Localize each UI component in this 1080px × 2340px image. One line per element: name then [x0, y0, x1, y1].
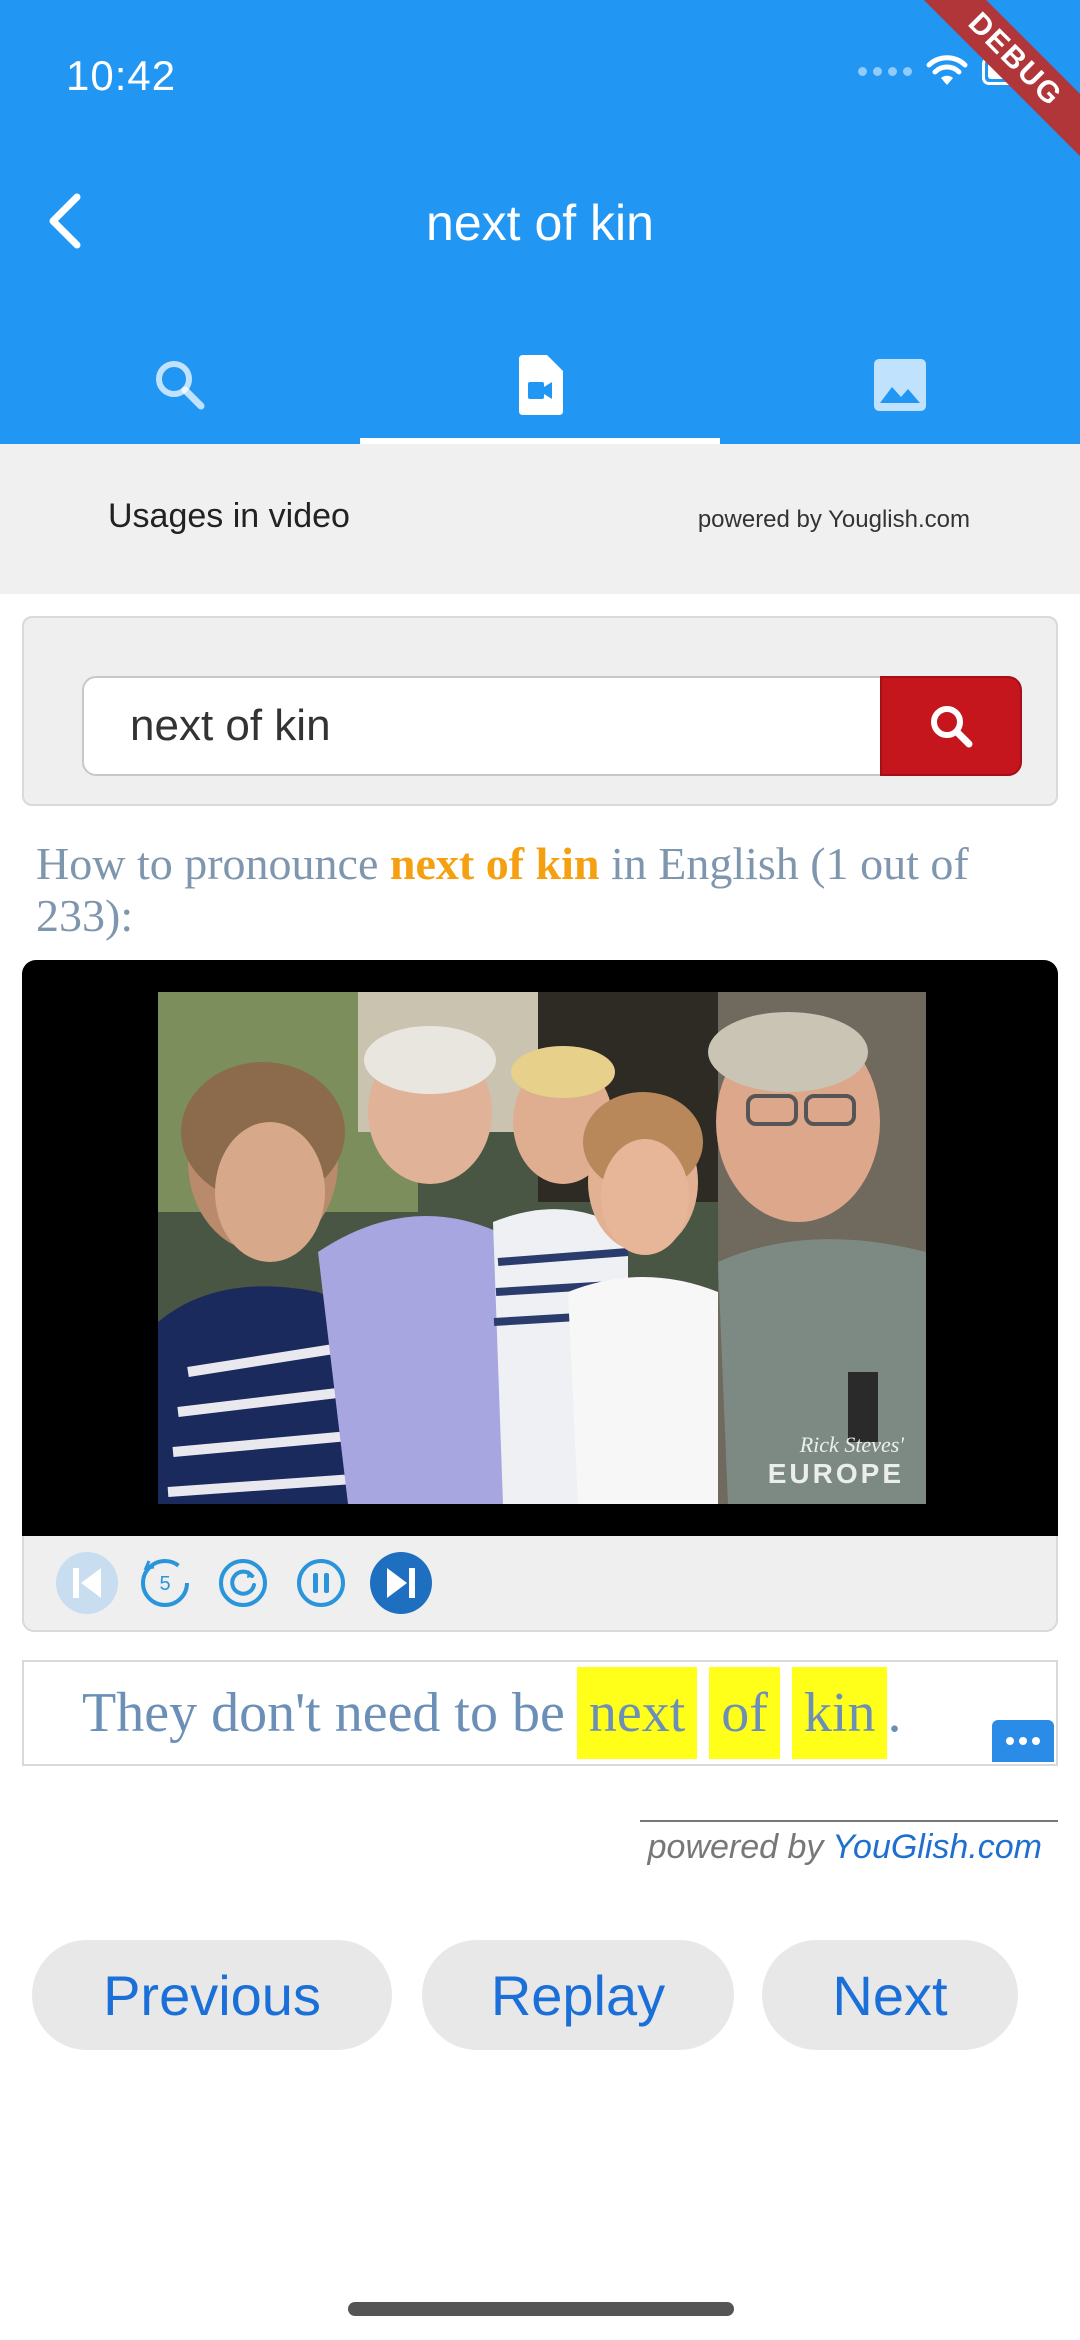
more-dot: [1006, 1737, 1014, 1745]
app-bar: 10:42 DEBUG next of kin: [0, 0, 1080, 444]
debug-banner: DEBUG: [886, 0, 1080, 189]
previous-button[interactable]: Previous: [32, 1940, 392, 2050]
next-button[interactable]: Next: [762, 1940, 1018, 2050]
reload-icon: [219, 1559, 267, 1607]
youglish-link[interactable]: YouGlish.com: [832, 1828, 1042, 1866]
usage-title: Usages in video: [108, 497, 350, 535]
search-icon: [931, 706, 973, 748]
caption-box: They don't need to be next of kin .: [22, 1660, 1058, 1766]
tab-bar: [0, 326, 1080, 444]
pronounce-prefix: How to pronounce: [36, 838, 390, 889]
tab-video[interactable]: [360, 326, 720, 444]
video-frame-image: [158, 992, 926, 1504]
powered-by-label: powered by Youglish.com: [697, 506, 970, 533]
wifi-icon: [926, 55, 968, 85]
powered-by-youglish: powered by YouGlish.com: [648, 1828, 1042, 1867]
image-icon: [874, 359, 926, 411]
search-card: [22, 616, 1058, 806]
search-button[interactable]: [880, 676, 1022, 776]
caption-suffix: .: [887, 1682, 902, 1744]
skip-previous-icon: [56, 1552, 118, 1614]
more-dot: [1032, 1737, 1040, 1745]
usage-header: Usages in video powered by Youglish.com: [0, 444, 1080, 594]
tab-images[interactable]: [720, 326, 1080, 444]
search-icon: [156, 361, 205, 410]
caption-text: They don't need to be next of kin .: [82, 1662, 901, 1764]
replay-5-icon: 5: [141, 1559, 189, 1607]
caption-prefix: They don't need to be: [82, 1682, 565, 1744]
divider: [640, 1820, 1058, 1822]
video-player[interactable]: Rick Steves' EUROPE: [22, 960, 1058, 1536]
status-time: 10:42: [66, 52, 177, 99]
pronounce-term: next of kin: [389, 838, 600, 889]
tab-search[interactable]: [0, 326, 360, 444]
pause-button[interactable]: [288, 1550, 354, 1616]
video-controls: 5: [22, 1536, 1058, 1632]
more-options-button[interactable]: [992, 1720, 1054, 1762]
reload-button[interactable]: [210, 1550, 276, 1616]
cellular-signal-icon: [858, 66, 912, 76]
video-watermark: Rick Steves' EUROPE: [768, 1432, 904, 1490]
home-indicator: [348, 2302, 734, 2316]
watermark-brand: EUROPE: [767, 1458, 904, 1489]
skip-previous-button[interactable]: [54, 1550, 120, 1616]
powered-by-prefix: powered by: [647, 1828, 833, 1866]
watermark-signature: Rick Steves': [799, 1432, 904, 1457]
pronounce-heading: How to pronounce next of kin in English …: [36, 838, 1056, 942]
svg-text:5: 5: [159, 1573, 170, 1595]
caption-highlight-word: of: [709, 1667, 780, 1759]
video-file-icon: [519, 355, 563, 415]
replay-5-button[interactable]: 5: [132, 1550, 198, 1616]
replay-button[interactable]: Replay: [422, 1940, 734, 2050]
skip-next-button[interactable]: [368, 1550, 434, 1616]
video-frame: Rick Steves' EUROPE: [158, 992, 926, 1504]
page-title: next of kin: [426, 195, 654, 251]
search-input[interactable]: [82, 676, 882, 776]
more-dot: [1019, 1737, 1027, 1745]
caption-highlight-word: kin: [791, 1667, 888, 1759]
skip-next-icon: [370, 1552, 432, 1614]
caption-highlight-word: next: [576, 1667, 698, 1759]
pause-icon: [297, 1559, 345, 1607]
